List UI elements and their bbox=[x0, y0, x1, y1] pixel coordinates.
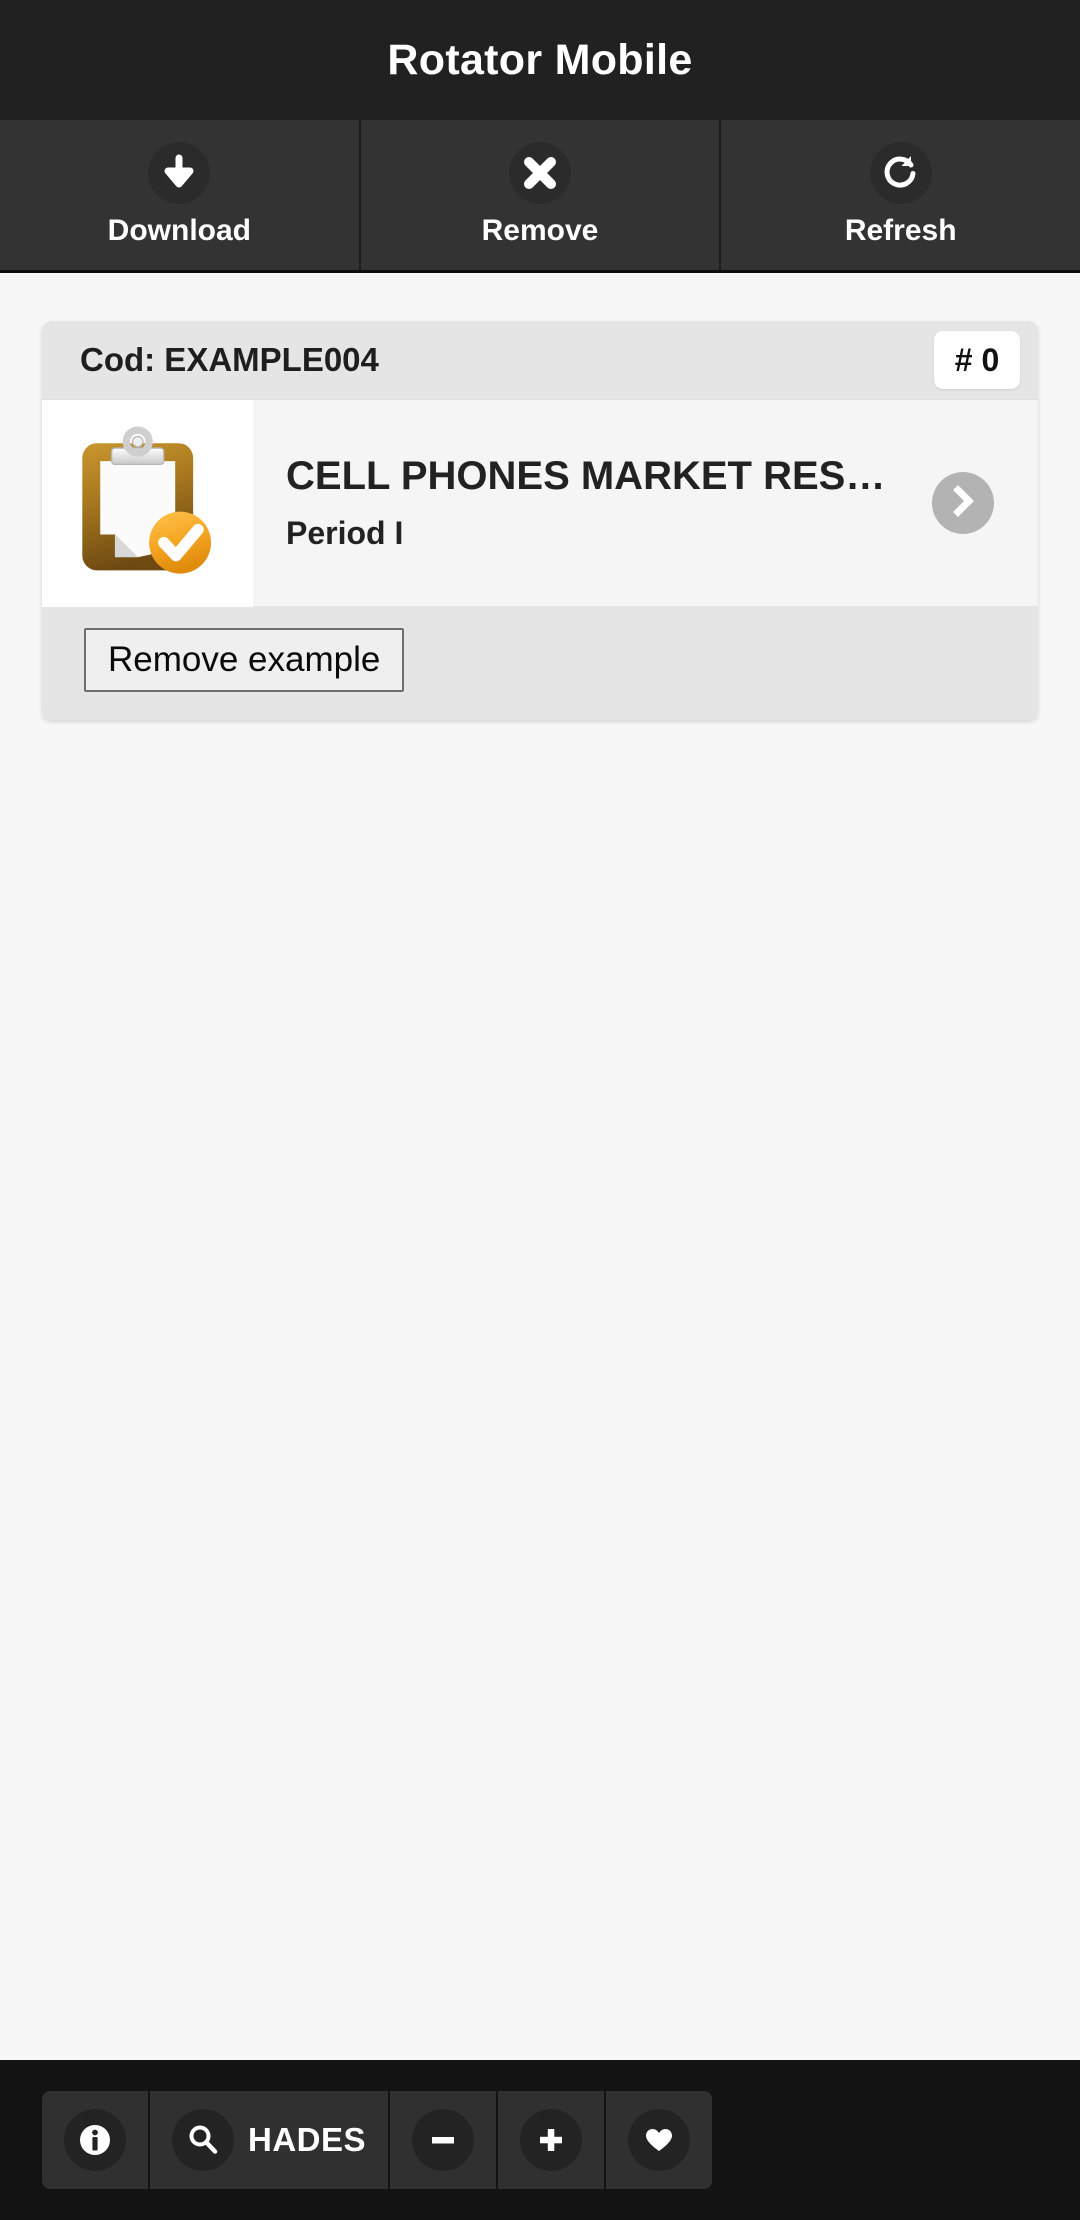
refresh-button-label: Refresh bbox=[844, 214, 957, 247]
download-arrow-icon bbox=[148, 142, 211, 204]
card-body[interactable]: CELL PHONES MARKET RES… Period I bbox=[42, 399, 1038, 607]
heart-icon bbox=[628, 2109, 691, 2171]
report-card: Cod: EXAMPLE004 # 0 CELL PHONES MARKET R… bbox=[42, 321, 1038, 720]
info-icon bbox=[64, 2109, 126, 2171]
increase-button[interactable] bbox=[498, 2091, 607, 2189]
content-area: Cod: EXAMPLE004 # 0 CELL PHONES MARKET R… bbox=[0, 273, 1080, 2060]
remove-button[interactable]: Remove bbox=[360, 120, 722, 270]
action-toolbar: Download Remove Refresh bbox=[0, 120, 1080, 273]
card-header: Cod: EXAMPLE004 # 0 bbox=[42, 321, 1038, 399]
refresh-button[interactable]: Refresh bbox=[721, 120, 1080, 270]
plus-icon bbox=[520, 2109, 583, 2171]
card-title: CELL PHONES MARKET RES… bbox=[286, 454, 886, 498]
clipboard-checked-icon bbox=[42, 399, 253, 607]
close-x-icon bbox=[509, 142, 571, 204]
title-bar: Rotator Mobile bbox=[0, 0, 1080, 120]
search-hades-label: HADES bbox=[248, 2121, 367, 2158]
card-open-chevron-button[interactable] bbox=[932, 472, 994, 534]
remove-example-button[interactable]: Remove example bbox=[84, 628, 405, 692]
app-title: Rotator Mobile bbox=[387, 35, 693, 84]
bottom-button-group: HADES bbox=[42, 2091, 713, 2189]
card-text-block: CELL PHONES MARKET RES… Period I bbox=[253, 454, 932, 552]
remove-button-label: Remove bbox=[481, 214, 599, 247]
minus-icon bbox=[412, 2109, 475, 2171]
download-button[interactable]: Download bbox=[0, 120, 361, 270]
bottom-bar: HADES bbox=[0, 2060, 1080, 2220]
refresh-icon bbox=[869, 142, 932, 204]
chevron-right-icon bbox=[947, 484, 979, 522]
search-hades-button[interactable]: HADES bbox=[150, 2091, 391, 2189]
favorite-button[interactable] bbox=[606, 2091, 713, 2189]
search-icon bbox=[172, 2109, 234, 2171]
download-button-label: Download bbox=[107, 214, 251, 247]
info-button[interactable] bbox=[42, 2091, 150, 2189]
app-root: Rotator Mobile Download Remove Refresh C… bbox=[0, 0, 1080, 2220]
card-footer: Remove example bbox=[42, 606, 1038, 720]
card-code-label: Cod: EXAMPLE004 bbox=[80, 341, 379, 378]
card-count-badge: # 0 bbox=[934, 331, 1020, 389]
card-subtitle: Period I bbox=[286, 515, 404, 551]
decrease-button[interactable] bbox=[390, 2091, 499, 2189]
